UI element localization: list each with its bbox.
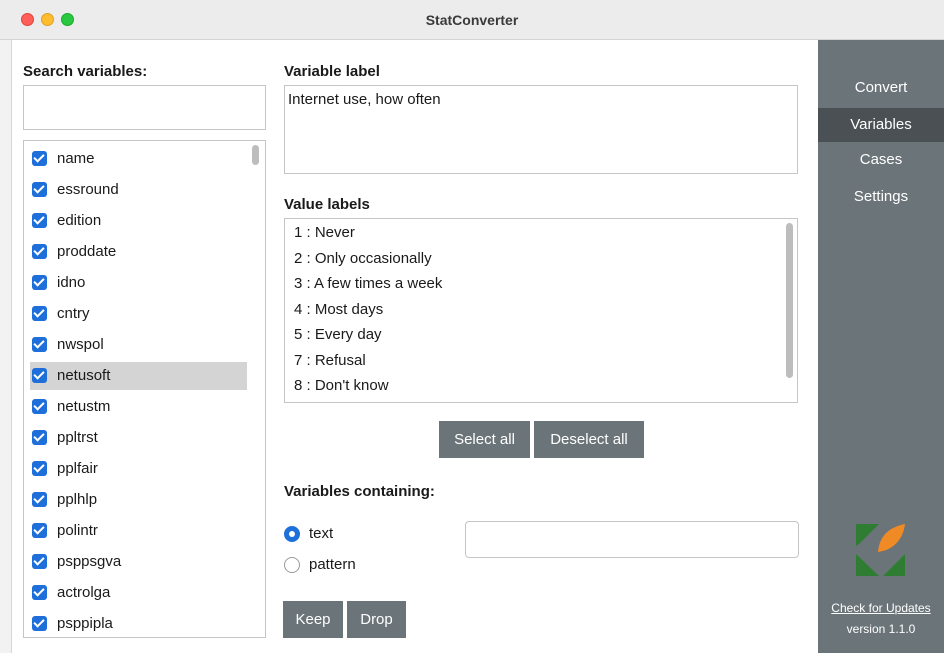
value-label-item: 2 : Only occasionally xyxy=(294,250,432,267)
list-item[interactable]: nwspol xyxy=(30,331,247,359)
list-item[interactable]: cntry xyxy=(30,300,247,328)
variable-name: psppipla xyxy=(57,615,113,632)
containing-input[interactable] xyxy=(465,521,799,558)
list-item[interactable]: psppipla xyxy=(30,610,247,637)
app-window: StatConverter Search variables: name ess… xyxy=(0,0,944,653)
list-item[interactable]: netustm xyxy=(30,393,247,421)
version-label: version 1.1.0 xyxy=(846,622,916,636)
variable-checkbox[interactable] xyxy=(32,151,47,166)
sidebar: Convert Variables Cases Settings Check f… xyxy=(818,40,944,653)
value-labels-box[interactable]: 1 : Never 2 : Only occasionally 3 : A fe… xyxy=(284,218,798,403)
value-labels-title: Value labels xyxy=(284,196,370,213)
variable-name: psppsgva xyxy=(57,553,122,570)
check-for-updates-link[interactable]: Check for Updates xyxy=(818,601,944,615)
value-label-item: 4 : Most days xyxy=(294,301,384,318)
variable-checkbox[interactable] xyxy=(32,399,47,414)
variable-label-textarea[interactable]: Internet use, how often xyxy=(284,85,798,174)
variable-checkbox[interactable] xyxy=(32,523,47,538)
list-item[interactable]: psppsgva xyxy=(30,548,247,576)
variable-checkbox[interactable] xyxy=(32,337,47,352)
variable-name: proddate xyxy=(57,243,117,260)
value-label-item: 1 : Never xyxy=(294,224,355,241)
window-title: StatConverter xyxy=(425,12,519,28)
list-item[interactable]: pplfair xyxy=(30,455,247,483)
variable-checkbox[interactable] xyxy=(32,616,47,631)
variable-checkbox[interactable] xyxy=(32,213,47,228)
list-item[interactable]: pplhlp xyxy=(30,486,247,514)
variables-list[interactable]: name essround edition proddate idno cntr… xyxy=(23,140,266,638)
value-label-item: 8 : Don't know xyxy=(294,377,389,394)
drop-button[interactable]: Drop xyxy=(347,601,406,638)
list-item[interactable]: essround xyxy=(30,176,247,204)
variable-name: idno xyxy=(57,274,86,291)
variable-name: name xyxy=(57,150,95,167)
statconverter-logo-icon xyxy=(856,524,905,576)
pattern-radio[interactable] xyxy=(284,557,300,573)
nav-settings[interactable]: Settings xyxy=(818,180,944,214)
variable-checkbox[interactable] xyxy=(32,244,47,259)
variables-containing-title: Variables containing: xyxy=(284,483,435,500)
list-item[interactable]: actrolga xyxy=(30,579,247,607)
window-left-edge xyxy=(0,40,12,653)
text-radio-label: text xyxy=(309,525,334,542)
variable-name: actrolga xyxy=(57,584,111,601)
search-variables-title: Search variables: xyxy=(23,63,148,80)
variable-checkbox[interactable] xyxy=(32,585,47,600)
title-bar: StatConverter xyxy=(0,0,944,40)
value-label-item: 3 : A few times a week xyxy=(294,275,443,292)
variable-name: pplfair xyxy=(57,460,98,477)
variable-name: edition xyxy=(57,212,102,229)
variable-name: essround xyxy=(57,181,119,198)
list-item[interactable]: edition xyxy=(30,207,247,235)
value-label-item: 7 : Refusal xyxy=(294,352,366,369)
text-radio[interactable] xyxy=(284,526,300,542)
variable-name: netustm xyxy=(57,398,111,415)
value-labels-scrollbar[interactable] xyxy=(786,223,793,378)
keep-button[interactable]: Keep xyxy=(283,601,343,638)
variable-checkbox[interactable] xyxy=(32,461,47,476)
variables-scrollbar[interactable] xyxy=(252,145,259,165)
variable-name: ppltrst xyxy=(57,429,98,446)
nav-cases[interactable]: Cases xyxy=(818,143,944,177)
list-item[interactable]: idno xyxy=(30,269,247,297)
variable-checkbox[interactable] xyxy=(32,306,47,321)
variable-name: nwspol xyxy=(57,336,104,353)
variable-checkbox[interactable] xyxy=(32,275,47,290)
variable-checkbox[interactable] xyxy=(32,492,47,507)
nav-convert[interactable]: Convert xyxy=(818,71,944,105)
pattern-radio-label: pattern xyxy=(309,556,356,573)
value-label-item: 5 : Every day xyxy=(294,326,382,343)
variable-name: polintr xyxy=(57,522,98,539)
list-item[interactable]: ppltrst xyxy=(30,424,247,452)
variable-label-title: Variable label xyxy=(284,63,380,80)
list-item[interactable]: polintr xyxy=(30,517,247,545)
variable-name: pplhlp xyxy=(57,491,98,508)
variable-checkbox[interactable] xyxy=(32,430,47,445)
nav-variables[interactable]: Variables xyxy=(818,108,944,142)
deselect-all-button[interactable]: Deselect all xyxy=(534,421,644,458)
variable-checkbox[interactable] xyxy=(32,554,47,569)
list-item[interactable]: name xyxy=(30,145,247,173)
list-item-selected[interactable]: netusoft xyxy=(30,362,247,390)
variable-checkbox[interactable] xyxy=(32,368,47,383)
variable-name: netusoft xyxy=(57,367,111,384)
select-all-button[interactable]: Select all xyxy=(439,421,530,458)
variable-name: cntry xyxy=(57,305,90,322)
list-item[interactable]: proddate xyxy=(30,238,247,266)
variable-checkbox[interactable] xyxy=(32,182,47,197)
search-input[interactable] xyxy=(23,85,266,130)
